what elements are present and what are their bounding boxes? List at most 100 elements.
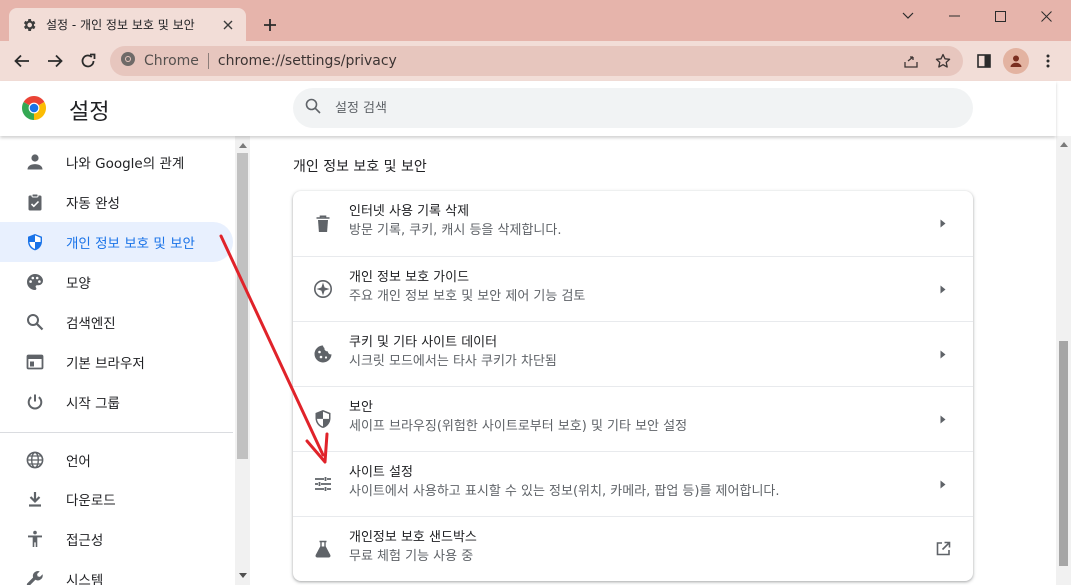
shield-icon bbox=[312, 408, 334, 430]
site-chip[interactable]: Chrome bbox=[120, 51, 199, 71]
bookmark-star-icon[interactable] bbox=[931, 49, 955, 73]
sidebar-item-label: 다운로드 bbox=[66, 493, 116, 509]
page-scroll-up-arrow-icon[interactable] bbox=[1059, 140, 1068, 148]
maximize-icon[interactable] bbox=[977, 0, 1023, 32]
chrome-site-icon bbox=[120, 51, 136, 71]
title-bar: 설정 - 개인 정보 보호 및 보안 bbox=[0, 0, 1071, 41]
scroll-down-arrow-icon[interactable] bbox=[238, 571, 247, 579]
sidebar-scrollbar-thumb[interactable] bbox=[237, 153, 248, 459]
row-security[interactable]: 보안 세이프 브라우징(위험한 사이트로부터 보호) 및 기타 보안 설정 bbox=[293, 386, 973, 451]
chevron-right-icon[interactable] bbox=[935, 216, 951, 232]
sidebar-item-label: 나와 Google의 관계 bbox=[66, 156, 185, 172]
settings-search[interactable] bbox=[293, 88, 973, 128]
sidebar-item-default-browser[interactable]: 기본 브라우저 bbox=[0, 342, 233, 382]
row-subtitle: 세이프 브라우징(위험한 사이트로부터 보호) 및 기타 보안 설정 bbox=[349, 419, 688, 434]
search-icon bbox=[305, 98, 321, 118]
sidebar-item-label: 모양 bbox=[66, 276, 91, 292]
trash-icon bbox=[312, 213, 334, 235]
sidebar-item-privacy-security[interactable]: 개인 정보 보호 및 보안 bbox=[0, 222, 233, 262]
profile-avatar[interactable] bbox=[1003, 48, 1029, 74]
sidebar-item-you-and-google[interactable]: 나와 Google의 관계 bbox=[0, 142, 233, 182]
shield-icon bbox=[24, 231, 46, 253]
gear-icon bbox=[21, 17, 37, 33]
page-scrollbar-thumb[interactable] bbox=[1059, 341, 1068, 566]
power-icon bbox=[24, 391, 46, 413]
row-title: 보안 bbox=[349, 400, 373, 415]
wrench-icon bbox=[24, 568, 46, 585]
new-tab-button[interactable] bbox=[258, 13, 282, 37]
chevron-right-icon[interactable] bbox=[935, 346, 951, 362]
sidebar-item-label: 시스템 bbox=[66, 573, 104, 585]
sidebar-item-on-startup[interactable]: 시작 그룹 bbox=[0, 382, 233, 422]
site-label: Chrome bbox=[144, 53, 199, 69]
download-icon bbox=[24, 488, 46, 510]
omnibox-divider bbox=[207, 53, 209, 69]
sidebar-item-downloads[interactable]: 다운로드 bbox=[0, 479, 233, 519]
accessibility-icon bbox=[24, 528, 46, 550]
row-privacy-sandbox[interactable]: 개인정보 보호 샌드박스 무료 체험 기능 사용 중 bbox=[293, 516, 973, 581]
address-bar[interactable]: Chrome chrome://settings/privacy bbox=[110, 46, 963, 76]
chevron-right-icon[interactable] bbox=[935, 281, 951, 297]
privacy-settings-card: 인터넷 사용 기록 삭제 방문 기록, 쿠키, 캐시 등을 삭제합니다. 개인 … bbox=[293, 191, 973, 581]
row-title: 인터넷 사용 기록 삭제 bbox=[349, 204, 470, 219]
row-subtitle: 방문 기록, 쿠키, 캐시 등을 삭제합니다. bbox=[349, 223, 562, 238]
external-link-icon[interactable] bbox=[935, 541, 951, 557]
sidebar-item-accessibility[interactable]: 접근성 bbox=[0, 519, 233, 559]
globe-icon bbox=[24, 449, 46, 471]
minimize-icon[interactable] bbox=[931, 0, 977, 32]
share-icon[interactable] bbox=[899, 49, 923, 73]
row-title: 개인정보 보호 샌드박스 bbox=[349, 530, 477, 545]
sidebar-item-autofill[interactable]: 자동 완성 bbox=[0, 182, 233, 222]
browser-icon bbox=[24, 351, 46, 373]
settings-search-input[interactable] bbox=[335, 100, 895, 116]
person-icon bbox=[24, 151, 46, 173]
sidebar-item-label: 언어 bbox=[66, 454, 91, 470]
sidebar-item-label: 개인 정보 보호 및 보안 bbox=[66, 236, 195, 252]
row-clear-browsing-data[interactable]: 인터넷 사용 기록 삭제 방문 기록, 쿠키, 캐시 등을 삭제합니다. bbox=[293, 191, 973, 256]
page-scrollbar[interactable] bbox=[1056, 136, 1071, 585]
settings-header: 설정 bbox=[0, 81, 1056, 136]
sidebar-item-label: 시작 그룹 bbox=[66, 396, 120, 412]
search-icon bbox=[24, 311, 46, 333]
section-title: 개인 정보 보호 및 보안 bbox=[293, 159, 427, 175]
row-privacy-guide[interactable]: 개인 정보 보호 가이드 주요 개인 정보 보호 및 보안 제어 기능 검토 bbox=[293, 256, 973, 321]
tune-icon bbox=[312, 473, 334, 495]
menu-kebab-icon[interactable] bbox=[1036, 49, 1060, 73]
flask-icon bbox=[312, 538, 334, 560]
settings-sidebar: 나와 Google의 관계 자동 완성 개인 정보 보호 및 보안 모양 검색엔… bbox=[0, 136, 235, 585]
browser-tab[interactable]: 설정 - 개인 정보 보호 및 보안 bbox=[9, 8, 246, 41]
url-text[interactable]: chrome://settings/privacy bbox=[218, 53, 899, 69]
sidebar-item-label: 접근성 bbox=[66, 533, 104, 549]
reload-button[interactable] bbox=[76, 49, 100, 73]
tab-search-chevron-icon[interactable] bbox=[885, 0, 931, 32]
back-button[interactable] bbox=[10, 49, 34, 73]
chevron-right-icon[interactable] bbox=[935, 476, 951, 492]
scroll-up-arrow-icon[interactable] bbox=[238, 141, 247, 149]
sidebar-item-languages[interactable]: 언어 bbox=[0, 440, 233, 480]
chrome-logo-icon bbox=[22, 96, 46, 120]
compass-icon bbox=[312, 278, 334, 300]
sidebar-divider bbox=[0, 432, 233, 433]
side-panel-button[interactable] bbox=[972, 49, 996, 73]
settings-main: 개인 정보 보호 및 보안 인터넷 사용 기록 삭제 방문 기록, 쿠키, 캐시… bbox=[250, 136, 1056, 585]
forward-button[interactable] bbox=[43, 49, 67, 73]
sidebar-item-label: 기본 브라우저 bbox=[66, 356, 145, 372]
row-title: 쿠키 및 기타 사이트 데이터 bbox=[349, 335, 498, 350]
clipboard-icon bbox=[24, 191, 46, 213]
row-subtitle: 시크릿 모드에서는 타사 쿠키가 차단됨 bbox=[349, 354, 557, 369]
sidebar-item-label: 자동 완성 bbox=[66, 196, 120, 212]
sidebar-item-appearance[interactable]: 모양 bbox=[0, 262, 233, 302]
sidebar-scrollbar[interactable] bbox=[235, 136, 250, 585]
row-title: 사이트 설정 bbox=[349, 465, 413, 480]
cookie-icon bbox=[312, 343, 334, 365]
sidebar-item-system[interactable]: 시스템 bbox=[0, 559, 233, 585]
sidebar-item-label: 검색엔진 bbox=[66, 316, 116, 332]
row-title: 개인 정보 보호 가이드 bbox=[349, 270, 470, 285]
chevron-right-icon[interactable] bbox=[935, 411, 951, 427]
tab-close-icon[interactable] bbox=[220, 17, 236, 33]
row-cookies[interactable]: 쿠키 및 기타 사이트 데이터 시크릿 모드에서는 타사 쿠키가 차단됨 bbox=[293, 321, 973, 386]
sidebar-item-search-engine[interactable]: 검색엔진 bbox=[0, 302, 233, 342]
row-site-settings[interactable]: 사이트 설정 사이트에서 사용하고 표시할 수 있는 정보(위치, 카메라, 팝… bbox=[293, 451, 973, 516]
tab-title: 설정 - 개인 정보 보호 및 보안 bbox=[46, 18, 195, 32]
close-icon[interactable] bbox=[1023, 0, 1069, 32]
